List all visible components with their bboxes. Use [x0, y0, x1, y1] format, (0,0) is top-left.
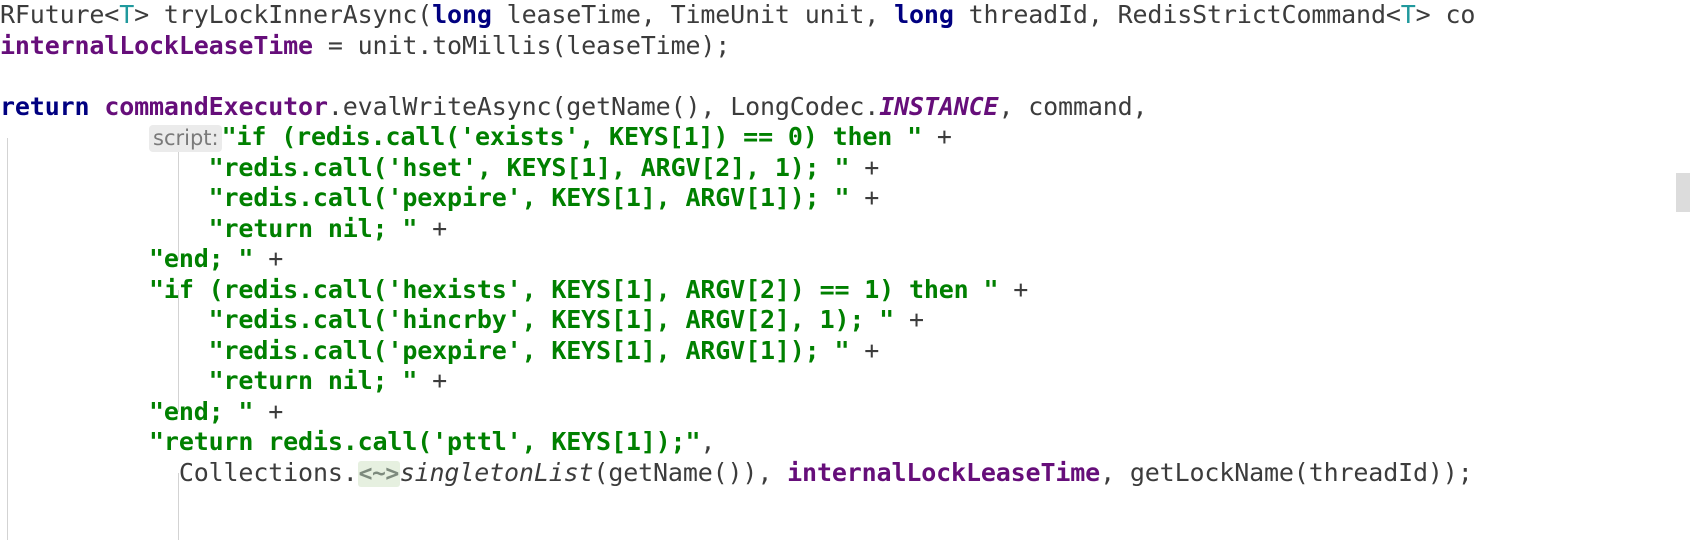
code-token-str: "return redis.call('pttl', KEYS[1]);": [149, 427, 701, 456]
code-token-staticm: singletonList: [399, 457, 594, 487]
code-line[interactable]: "redis.call('hincrby', KEYS[1], ARGV[2],…: [0, 305, 1690, 336]
code-token-plain: Collections.: [178, 457, 358, 487]
code-token-staticf: INSTANCE: [879, 91, 999, 121]
code-token-op: +: [432, 213, 448, 243]
code-token-op: +: [864, 183, 880, 212]
code-editor-viewport[interactable]: RFuture<T> tryLockInnerAsync(long leaseT…: [0, 0, 1690, 540]
code-token-str: "return nil; ": [208, 213, 418, 243]
code-line[interactable]: "return redis.call('pttl', KEYS[1]);",: [0, 427, 1690, 458]
code-token-str: "redis.call('hincrby', KEYS[1], ARGV[2],…: [208, 305, 895, 334]
code-token-plain: = unit.toMillis(leaseTime);: [312, 30, 731, 60]
code-token-op: +: [432, 366, 448, 395]
code-token-plain: (getName()),: [593, 457, 788, 487]
vertical-scrollbar-thumb[interactable]: [1676, 173, 1690, 212]
code-token-op: +: [268, 396, 284, 426]
code-line[interactable]: "end; " +: [0, 244, 1690, 275]
code-line[interactable]: "if (redis.call('hexists', KEYS[1], ARGV…: [0, 275, 1690, 306]
code-token-op: +: [909, 305, 924, 334]
code-token-plain: leaseTime, TimeUnit unit,: [491, 0, 895, 29]
code-token-op: +: [1013, 274, 1029, 304]
code-line[interactable]: "redis.call('hset', KEYS[1], ARGV[2], 1)…: [0, 153, 1690, 184]
code-token-field: internalLockLeaseTime: [0, 30, 313, 60]
code-token-op: +: [936, 122, 952, 151]
source-code-text[interactable]: RFuture<T> tryLockInnerAsync(long leaseT…: [0, 0, 1690, 488]
code-line[interactable]: internalLockLeaseTime = unit.toMillis(le…: [0, 31, 1690, 62]
code-line[interactable]: [0, 61, 1690, 92]
code-line[interactable]: RFuture<T> tryLockInnerAsync(long leaseT…: [0, 0, 1690, 31]
code-token-plain: RFuture<: [0, 0, 120, 29]
code-token-plain: > co: [1415, 0, 1476, 29]
code-line[interactable]: "end; " +: [0, 397, 1690, 428]
code-line[interactable]: script: "if (redis.call('exists', KEYS[1]…: [0, 122, 1690, 153]
parameter-name-hint[interactable]: script:: [149, 125, 222, 152]
code-token-kw: long: [432, 0, 492, 29]
code-token-str: "redis.call('pexpire', KEYS[1], ARGV[1])…: [208, 335, 850, 365]
code-token-plain: , command,: [998, 91, 1148, 121]
code-line[interactable]: "redis.call('pexpire', KEYS[1], ARGV[1])…: [0, 183, 1690, 214]
code-token-str: "redis.call('hset', KEYS[1], ARGV[2], 1)…: [208, 152, 850, 182]
code-token-str: "if (redis.call('hexists', KEYS[1], ARGV…: [149, 274, 999, 304]
code-token-typevar: T: [119, 0, 135, 29]
code-line[interactable]: "return nil; " +: [0, 214, 1690, 245]
code-token-str: "end; ": [149, 244, 254, 273]
code-token-plain: > tryLockInnerAsync(: [134, 0, 433, 29]
code-line[interactable]: "return nil; " +: [0, 366, 1690, 397]
code-line[interactable]: "redis.call('pexpire', KEYS[1], ARGV[1])…: [0, 336, 1690, 367]
code-token-op: +: [864, 152, 880, 182]
code-token-op: +: [268, 244, 284, 273]
code-line[interactable]: return commandExecutor.evalWriteAsync(ge…: [0, 92, 1690, 123]
code-token-field: internalLockLeaseTime: [787, 457, 1101, 487]
vertical-scrollbar-track[interactable]: [1676, 0, 1690, 540]
code-token-str: "if (redis.call('exists', KEYS[1]) == 0)…: [221, 122, 923, 151]
generic-type-inlay-hint[interactable]: <~>: [357, 460, 400, 487]
code-token-typevar: T: [1400, 0, 1416, 29]
code-token-field: commandExecutor: [104, 91, 328, 121]
code-token-kw: long: [894, 0, 954, 29]
code-token-plain: , getLockName(threadId));: [1100, 457, 1473, 487]
code-token-plain: ,: [700, 427, 716, 456]
code-token-str: "redis.call('pexpire', KEYS[1], ARGV[1])…: [208, 183, 850, 212]
code-token-kw: return: [0, 91, 90, 121]
code-token-str: "return nil; ": [208, 366, 418, 395]
code-token-plain: .evalWriteAsync(getName(), LongCodec.: [327, 91, 880, 121]
code-token-str: "end; ": [149, 396, 254, 426]
code-line[interactable]: Collections.<~>singletonList(getName()),…: [0, 458, 1690, 489]
code-token-plain: threadId, RedisStrictCommand<: [953, 0, 1401, 29]
code-token-op: +: [864, 335, 880, 365]
